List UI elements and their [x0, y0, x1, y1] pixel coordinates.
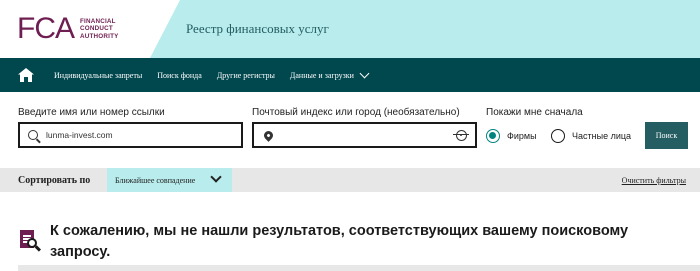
name-search-value: lunma-invest.com: [46, 130, 113, 140]
locate-me-icon[interactable]: [453, 129, 469, 141]
nav-item-individual-bans[interactable]: Индивидуальные запреты: [54, 71, 142, 80]
search-button[interactable]: Поиск: [645, 122, 688, 149]
logo-text-line: AUTHORITY: [80, 32, 119, 40]
fca-logo[interactable]: FCA FINANCIAL CONDUCT AUTHORITY: [17, 14, 119, 44]
header-notch: [150, 0, 180, 58]
sort-label: Сортировать по: [18, 175, 91, 186]
logo-text: FINANCIAL CONDUCT AUTHORITY: [80, 18, 119, 40]
home-icon[interactable]: [18, 68, 34, 82]
nav-item-other-registers[interactable]: Другие регистры: [217, 71, 275, 80]
location-pin-icon: [262, 128, 275, 142]
no-results-message: К сожалению, мы не нашли результатов, со…: [50, 223, 629, 260]
sort-selected-value: Ближайшее совпадение: [115, 175, 196, 185]
radio-firms-label[interactable]: Фирмы: [507, 131, 537, 141]
radio-firms[interactable]: [486, 129, 500, 143]
chevron-down-icon: [210, 171, 222, 183]
no-results-icon: [20, 230, 42, 252]
page-title: Реестр финансовых услуг: [186, 21, 329, 36]
site-header: FCA FINANCIAL CONDUCT AUTHORITY Реестр ф…: [0, 0, 700, 58]
logo-mark: FCA: [17, 12, 75, 45]
logo-text-line: CONDUCT: [80, 25, 113, 33]
logo-text-line: FINANCIAL: [80, 18, 116, 26]
show-first-label: Покажи мне сначала: [486, 107, 583, 118]
magnifier-handle: [34, 245, 42, 252]
location-input[interactable]: [252, 122, 477, 148]
location-field-label: Почтовый индекс или город (необязательно…: [252, 107, 460, 118]
nav-item-fund-search[interactable]: Поиск фонда: [157, 71, 202, 80]
sort-bar: [0, 168, 700, 192]
nav-item-label: Данные и загрузки: [289, 70, 354, 80]
chevron-down-icon: [359, 68, 370, 78]
main-nav: Индивидуальные запреты Поиск фонда Други…: [0, 58, 700, 92]
results-strip: [18, 265, 700, 271]
clear-filters-link[interactable]: Очистить фильтры: [622, 176, 686, 185]
search-icon: [28, 130, 38, 140]
radio-individuals[interactable]: [551, 129, 565, 143]
nav-item-data-downloads[interactable]: Данные и загрузки: [289, 68, 370, 80]
name-search-input[interactable]: lunma-invest.com: [18, 122, 243, 148]
radio-individuals-label[interactable]: Частные лица: [572, 131, 631, 141]
name-field-label: Введите имя или номер ссылки: [18, 107, 165, 118]
sort-select[interactable]: Ближайшее совпадение: [107, 168, 232, 192]
